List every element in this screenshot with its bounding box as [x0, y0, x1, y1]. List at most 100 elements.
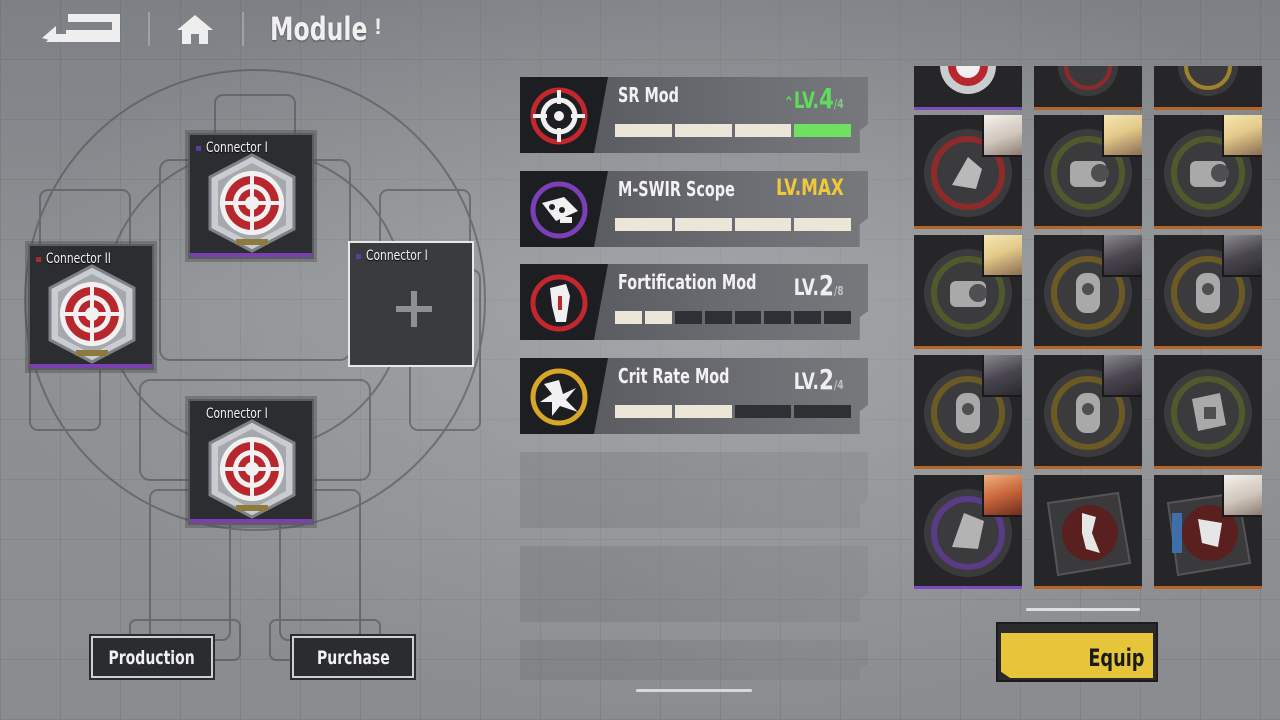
mod-row-crit-rate-mod[interactable]: Crit Rate Mod LV.2/4 — [520, 358, 868, 434]
level-bar-segment — [615, 124, 672, 137]
level-bar-segment — [644, 311, 672, 324]
slot-label: Connector I — [366, 248, 428, 264]
inventory-item[interactable] — [1034, 235, 1142, 349]
inventory-item[interactable] — [914, 475, 1022, 589]
mod-name: Crit Rate Mod — [618, 364, 730, 388]
level-bar-segment — [734, 405, 792, 418]
mod-icon-frame — [520, 546, 608, 622]
character-portrait — [1102, 115, 1142, 157]
level-up-chevron-icon: ⌃ — [783, 93, 795, 112]
mod-level-bars — [615, 311, 851, 324]
header-divider — [148, 12, 150, 46]
mod-icon-frame — [520, 171, 608, 247]
character-portrait — [1222, 235, 1262, 277]
mod-level: LV.2/4 — [794, 363, 844, 396]
mod-icon-frame — [520, 264, 608, 340]
connector-slot-left[interactable]: Connector II — [28, 244, 154, 370]
chip-module-icon — [1046, 491, 1132, 577]
shield-mod-icon — [530, 274, 588, 332]
connector-slot-bottom[interactable]: Connector I — [188, 399, 314, 525]
target-icon — [530, 87, 588, 145]
character-portrait — [982, 355, 1022, 397]
mod-row-m-swir-scope[interactable]: M-SWIR Scope LV.MAX — [520, 171, 868, 247]
equip-button-label: Equip — [1087, 644, 1144, 672]
level-bar-segment — [674, 218, 732, 231]
mod-info-panel — [594, 546, 868, 622]
inventory-item[interactable] — [914, 235, 1022, 349]
level-bar-segment — [794, 405, 851, 418]
level-bar-segment — [674, 311, 702, 324]
mod-level-bars — [615, 405, 851, 418]
inventory-item[interactable] — [914, 115, 1022, 229]
character-portrait — [982, 235, 1022, 277]
mod-level-bars — [615, 124, 851, 137]
equip-button[interactable]: Equip — [996, 622, 1158, 682]
home-icon — [177, 15, 213, 44]
crit-burst-icon — [530, 368, 588, 426]
level-bar-segment — [794, 124, 851, 137]
page-title: Module — [270, 10, 368, 48]
inventory-item[interactable] — [1154, 355, 1262, 469]
mod-level: ⌃LV.4/4 — [783, 82, 844, 115]
mod-list-scrollbar[interactable] — [636, 689, 752, 692]
green-gear-module-icon — [1164, 369, 1252, 457]
level-bar-segment — [734, 311, 762, 324]
inventory-item[interactable] — [1034, 355, 1142, 469]
character-portrait — [982, 115, 1022, 157]
mod-row-empty — [520, 546, 868, 622]
connector-slot-empty[interactable]: Connector I — [348, 241, 474, 367]
inventory-item[interactable] — [1154, 475, 1262, 589]
level-bar-segment — [615, 311, 642, 324]
connector-slot-top[interactable]: Connector I — [188, 133, 314, 259]
connector-target-icon — [208, 153, 296, 253]
mod-icon-frame — [520, 640, 608, 680]
inventory-row-partial — [914, 36, 1266, 110]
mod-icon-frame — [520, 452, 608, 528]
purchase-button[interactable]: Purchase — [290, 634, 416, 680]
mod-info-panel — [594, 640, 868, 680]
inventory-item[interactable] — [1154, 115, 1262, 229]
level-bar-segment — [704, 311, 732, 324]
mod-level-bars — [615, 218, 851, 231]
level-bar-segment — [615, 405, 672, 418]
character-portrait — [1222, 475, 1262, 517]
mod-icon-frame — [520, 358, 608, 434]
home-button[interactable] — [175, 12, 215, 46]
mod-name: SR Mod — [618, 83, 679, 107]
inventory-item[interactable] — [1034, 475, 1142, 589]
inventory-item-partial[interactable] — [1154, 36, 1262, 110]
inventory-item[interactable] — [1034, 115, 1142, 229]
mod-row-empty — [520, 452, 868, 528]
info-button[interactable]: ! — [368, 14, 388, 42]
level-bar-segment — [674, 405, 732, 418]
mod-info-panel — [594, 452, 868, 528]
mod-row-empty — [520, 640, 868, 680]
inventory-item[interactable] — [1154, 235, 1262, 349]
mod-row-fortification-mod[interactable]: Fortification Mod LV.2/8 — [520, 264, 868, 340]
level-bar-segment — [615, 218, 672, 231]
scope-icon — [530, 181, 588, 239]
mod-row-sr-mod[interactable]: SR Mod ⌃LV.4/4 — [520, 77, 868, 153]
back-arrow-icon — [42, 14, 120, 42]
mod-level: LV.MAX — [776, 176, 844, 201]
inventory-item-partial[interactable] — [1034, 36, 1142, 110]
gear-module-icon — [1058, 36, 1118, 96]
inventory-item[interactable] — [914, 355, 1022, 469]
purchase-button-label: Purchase — [316, 647, 390, 669]
gear-module-icon — [1178, 36, 1238, 96]
production-button[interactable]: Production — [89, 634, 215, 680]
level-bar-segment — [734, 124, 792, 137]
inventory-item-partial[interactable] — [914, 38, 1022, 110]
level-bar-segment — [674, 124, 732, 137]
back-button[interactable] — [40, 12, 124, 44]
inventory-scrollbar[interactable] — [1026, 608, 1140, 611]
add-module-icon — [396, 291, 432, 327]
level-bar-segment — [734, 218, 792, 231]
level-bar-segment — [794, 218, 851, 231]
connector-target-icon — [48, 264, 136, 364]
level-bar-segment — [824, 311, 851, 324]
header-divider — [242, 12, 244, 46]
mod-name: M-SWIR Scope — [618, 177, 735, 201]
production-button-label: Production — [108, 647, 196, 669]
character-portrait — [1102, 355, 1142, 397]
